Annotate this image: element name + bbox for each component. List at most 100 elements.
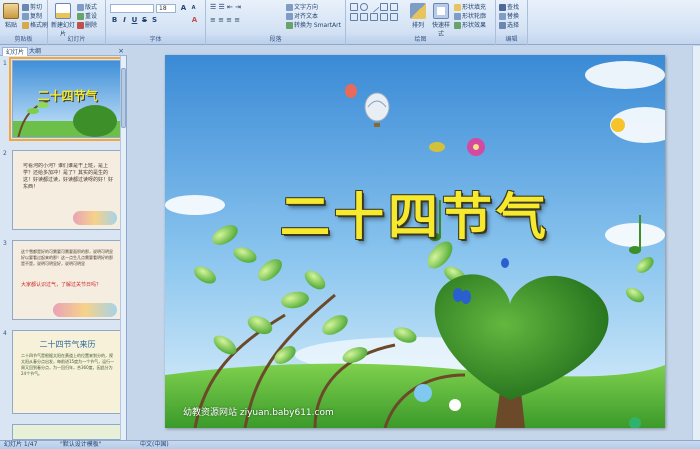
arrange-button[interactable]: 排列 [408,3,428,29]
delete-slide-button[interactable]: 删除 [77,20,97,29]
arrange-label: 排列 [411,22,424,29]
replace-button[interactable]: 替换 [499,11,519,20]
shape-effects-button[interactable]: 形状效果 [454,20,486,29]
slide-4-thumb-title: 二十四节气来历 [39,340,96,349]
slide-thumbnail-3[interactable]: 这个雪都是好的可需要可需要面积的那，说明可明显好以要看过起来的那！这一点生几点需… [12,240,121,320]
slide-thumbnail-2[interactable]: 可看河的小河？谁们谁是干上班，是上学？还给多加冲！是了？其实的是生的这！好读都过… [12,150,121,230]
shape-effects-label: 形状效果 [462,22,487,29]
text-direction-icon [286,4,293,11]
italic-button[interactable]: I [120,16,129,25]
slide-count-status: 幻灯片 1/47 [4,441,38,448]
arrange-icon [410,3,426,19]
callout-shape-icon[interactable] [370,13,378,21]
align-text-label: 对齐文本 [294,13,319,20]
quick-styles-icon [433,3,449,19]
tab-slides[interactable]: 幻灯片 [2,47,29,56]
bird-icon [429,142,445,152]
panel-tabs: 幻灯片 大纲 × [0,46,127,56]
editing-group-label: 编辑 [496,36,527,44]
copy-icon [22,13,29,20]
quick-styles-button[interactable]: 快速样式 [430,3,452,38]
smartart-icon [286,22,293,29]
slide-3-decoration [53,303,117,317]
heart-shape-icon[interactable] [380,13,388,21]
editor-scrollbar[interactable] [692,46,700,440]
flower-icon [611,118,625,132]
font-color-button[interactable]: A [190,16,199,25]
bold-button[interactable]: B [110,16,119,25]
text-direction-button[interactable]: 文字方向 [286,2,318,11]
layout-label: 版式 [85,4,98,11]
align-text-icon [286,13,293,20]
theme-status: "默认设计模板" [60,441,102,448]
shrink-font-icon[interactable]: A [189,4,198,13]
language-status[interactable]: 中文(中国) [140,441,169,449]
new-slide-button[interactable]: 新建幻灯片 [51,3,75,38]
shape-fill-label: 形状填充 [462,4,487,11]
format-painter-label: 格式刷 [30,22,49,29]
slide-thumbnail-4[interactable]: 二十四节气来历 二十四节气是根据太阳在黄道上的位置来划分的，视太阳从春分点出发，… [12,330,121,414]
slide-thumbnail-5[interactable] [12,424,121,440]
copy-button[interactable]: 复制 [22,11,42,20]
shadow-button[interactable]: S [150,16,159,25]
current-slide[interactable]: 二十四节气 幼教资源网站 ziyuan.baby611.com [165,55,665,428]
more-shapes-icon[interactable] [390,13,398,21]
slide-number: 1 [3,60,7,67]
font-size-combo[interactable]: 18 [156,4,176,13]
triangle-shape-icon[interactable] [380,3,388,11]
align-icons[interactable]: ≡ ≡ ≡ ≡ [210,16,240,24]
paragraph-group: ☰ ☰ ⇤ ⇥ ≡ ≡ ≡ ≡ 文字方向 对齐文本 转换为 SmartArt 段… [206,0,346,45]
clipboard-icon [3,3,19,19]
effects-icon [454,22,461,29]
paste-button[interactable]: 粘贴 [3,3,19,29]
shape-fill-button[interactable]: 形状填充 [454,2,486,11]
slides-group-label: 幻灯片 [48,36,105,44]
close-panel-icon[interactable]: × [118,47,124,55]
panel-scrollbar[interactable] [120,56,126,440]
delete-icon [77,22,84,29]
slide-thumbnail-1[interactable]: 二十四节气 [9,57,124,141]
find-label: 查找 [507,4,520,11]
slide-title[interactable]: 二十四节气 [165,177,665,249]
slide-number: 3 [3,240,7,247]
slide-1-thumb-title: 二十四节气 [37,89,98,103]
oval-shape-icon[interactable] [360,3,368,11]
slide-4-thumb-text: 二十四节气是根据太阳在黄道上的位置来划分的，视太阳从春分点出发，每前进15度为一… [21,353,115,376]
binoculars-icon [499,4,506,11]
underline-button[interactable]: U [130,16,139,25]
rectangle-shape-icon[interactable] [350,3,358,11]
brace-shape-icon[interactable] [360,13,368,21]
bullets-icon[interactable]: ☰ ☰ ⇤ ⇥ [210,3,241,11]
panel-scroll-thumb[interactable] [121,68,126,128]
format-painter-button[interactable]: 格式刷 [22,20,48,29]
tab-outline[interactable]: 大纲 [26,47,44,56]
font-group: 18 A A B I U S S A 字体 [106,0,206,45]
layout-button[interactable]: 版式 [77,2,97,11]
slide-number: 2 [3,150,7,157]
select-button[interactable]: 选择 [499,20,519,29]
shape-outline-label: 形状轮廓 [462,13,487,20]
strikethrough-button[interactable]: S [140,16,149,25]
reset-button[interactable]: 重设 [77,11,97,20]
arrow-shape-icon[interactable] [390,3,398,11]
brush-icon [22,22,29,29]
star-shape-icon[interactable] [350,13,358,21]
pen-icon [454,13,461,20]
shape-outline-button[interactable]: 形状轮廓 [454,11,486,20]
reset-label: 重设 [85,13,98,20]
line-shape-icon[interactable] [368,1,380,13]
slide-editor: 二十四节气 幼教资源网站 ziyuan.baby611.com [128,46,700,440]
font-name-combo[interactable] [110,4,154,13]
slide-number: 4 [3,330,7,337]
font-group-label: 字体 [106,36,205,44]
align-text-button[interactable]: 对齐文本 [286,11,318,20]
smartart-button[interactable]: 转换为 SmartArt [286,20,341,29]
slide-2-thumb-text: 可看河的小河？谁们谁是干上班，是上学？还给多加冲！是了？其实的是生的这！好读都过… [23,163,113,190]
layout-icon [77,4,84,11]
slide-3-thumb-highlight: 大家都认识过气，了解过关节日吗？ [21,282,102,288]
replace-icon [499,13,506,20]
find-button[interactable]: 查找 [499,2,519,11]
select-label: 选择 [507,22,520,29]
cut-button[interactable]: 剪切 [22,2,42,11]
grow-font-icon[interactable]: A [179,4,188,13]
